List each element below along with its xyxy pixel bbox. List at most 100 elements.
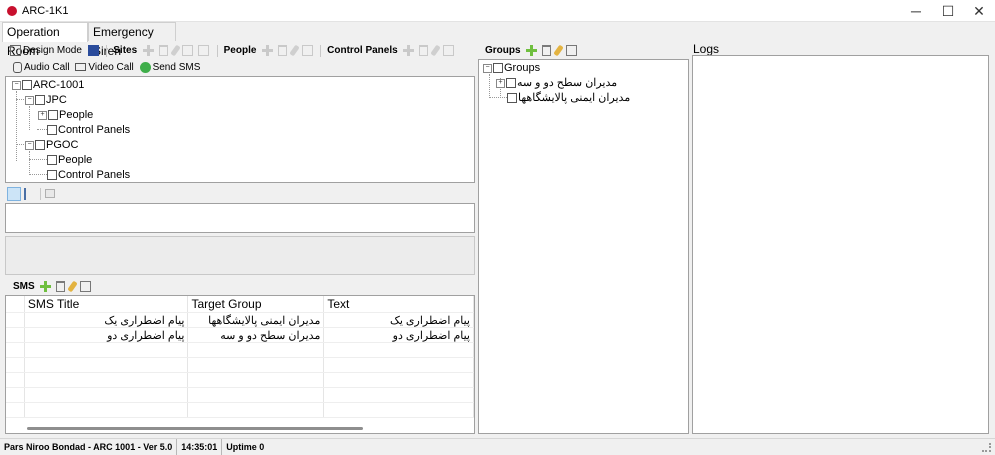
import-person-icon[interactable] [301,45,313,56]
table-row[interactable]: پیام اضطراری یک مدیران ایمنی پالایشگاهها… [6,312,474,328]
collapse-icon[interactable]: − [25,95,34,105]
import-group-icon[interactable] [565,45,577,56]
tree-node-jpc-control-panels[interactable]: Control Panels [47,123,130,138]
tree-node-group-1[interactable]: + مدیران سطح دو و سه [496,76,617,91]
tab-operation-room[interactable]: Operation Room [2,22,88,58]
maximize-button[interactable]: ☐ [932,0,964,22]
edit-group-icon[interactable] [553,44,564,57]
import-site-icon[interactable] [198,45,210,56]
send-sms-button[interactable]: Send SMS [139,59,200,76]
collapse-icon[interactable]: − [12,80,21,90]
column-header-sms-title[interactable]: SMS Title [24,296,189,313]
horizontal-scrollbar[interactable] [27,427,363,430]
delete-site-icon[interactable] [158,45,168,56]
tree-checkbox[interactable] [47,170,57,181]
tree-node-label: مدیران سطح دو و سه [517,77,618,89]
empty-row [6,402,474,418]
expand-icon[interactable]: + [496,78,505,88]
property-grid[interactable] [5,203,475,233]
status-product: Pars Niroo Bondad - ARC 1001 - Ver 5.0 [0,439,178,455]
toolbar-separator [320,44,322,57]
resize-grip-icon[interactable] [982,443,991,452]
delete-control-panel-icon[interactable] [419,45,429,56]
tree-node-label: JPC [46,94,67,106]
tree-node-label: مدیران ایمنی پالایشگاهها [518,92,631,104]
add-control-panel-icon[interactable] [403,45,415,56]
save-icon[interactable] [87,45,99,56]
sms-title-cell[interactable]: پیام اضطراری یک [24,312,189,328]
tree-node-pgoc-people[interactable]: People [47,153,92,168]
sms-grid[interactable]: SMS Title Target Group Text پیام اضطراری… [5,295,475,434]
expand-icon[interactable]: + [38,110,47,120]
status-uptime: Uptime 0 [226,442,265,452]
categorized-icon[interactable] [7,187,21,201]
tree-checkbox[interactable] [35,140,45,151]
collapse-icon[interactable]: − [25,140,34,150]
tree-node-arc-1001[interactable]: − ARC-1001 [12,78,84,93]
control-panels-label: Control Panels [327,45,398,56]
add-person-icon[interactable] [262,45,274,56]
edit-site-icon[interactable] [169,44,181,57]
column-header-text[interactable]: Text [323,296,474,313]
tree-checkbox[interactable] [48,110,58,121]
sms-label: SMS [13,281,35,292]
edit-sms-icon[interactable] [67,280,78,293]
audio-call-button[interactable]: Audio Call [13,59,70,76]
tree-node-jpc-people[interactable]: + People [38,108,93,123]
delete-group-icon[interactable] [542,45,552,56]
target-group-cell[interactable]: مدیران سطح دو و سه [187,327,325,343]
tree-node-label: Groups [504,62,541,74]
text-cell[interactable]: پیام اضطراری یک [323,312,474,328]
video-call-button[interactable]: Video Call [75,59,134,76]
tree-checkbox[interactable] [35,95,45,106]
text-cell[interactable]: پیام اضطراری دو [323,327,474,343]
table-row[interactable]: پیام اضطراری دو مدیران سطح دو و سه پیام … [6,327,474,343]
video-camera-icon [75,63,87,72]
call-toolbar: Audio Call Video Call Send SMS [13,59,313,76]
tree-node-group-2[interactable]: مدیران ایمنی پالایشگاهها [507,91,630,106]
tree-checkbox[interactable] [47,125,57,136]
sort-alphabetical-icon[interactable] [24,188,36,200]
tree-node-pgoc[interactable]: − PGOC [25,138,78,153]
column-header-target-group[interactable]: Target Group [187,296,325,313]
add-group-icon[interactable] [526,45,538,56]
tree-node-label: People [59,109,94,121]
tree-node-jpc[interactable]: − JPC [25,93,67,108]
import-control-panel-icon[interactable] [442,45,454,56]
delete-person-icon[interactable] [278,45,287,56]
delete-sms-icon[interactable] [56,281,66,292]
edit-control-panel-icon[interactable] [430,44,441,57]
empty-row [6,372,474,388]
tree-node-pgoc-control-panels[interactable]: Control Panels [47,168,130,183]
import-sms-icon[interactable] [79,281,91,292]
audio-call-label: Audio Call [24,62,70,73]
tree-checkbox[interactable] [506,78,516,89]
logs-label: Logs [693,42,720,56]
add-site-icon[interactable] [142,45,154,56]
toolbar-separator [40,188,41,200]
close-button[interactable]: ✕ [963,0,995,22]
add-sms-icon[interactable] [40,281,52,292]
row-header-cell [6,312,25,328]
tree-checkbox[interactable] [507,93,517,104]
design-icon [10,44,21,56]
row-header-cell [6,296,25,313]
tree-checkbox[interactable] [22,80,32,91]
minimize-button[interactable]: ─ [900,0,932,22]
tree-node-label: Control Panels [58,169,131,181]
target-group-cell[interactable]: مدیران ایمنی پالایشگاهها [187,312,325,328]
sms-toolbar: SMS [13,278,163,295]
sms-title-cell[interactable]: پیام اضطراری دو [24,327,189,343]
design-mode-button[interactable]: Design Mode [10,42,82,59]
property-pages-icon[interactable] [45,189,55,198]
empty-row [6,387,474,403]
tree-node-groups[interactable]: − Groups [483,61,540,76]
export-site-icon[interactable] [182,45,194,56]
logs-panel[interactable] [692,55,989,434]
collapse-icon[interactable]: − [483,63,492,73]
edit-person-icon[interactable] [289,44,300,57]
toolbar-separator [106,44,108,57]
tree-checkbox[interactable] [47,155,57,166]
tab-emergency-siren[interactable]: Emergency Siren [88,22,176,58]
tree-checkbox[interactable] [493,63,503,74]
